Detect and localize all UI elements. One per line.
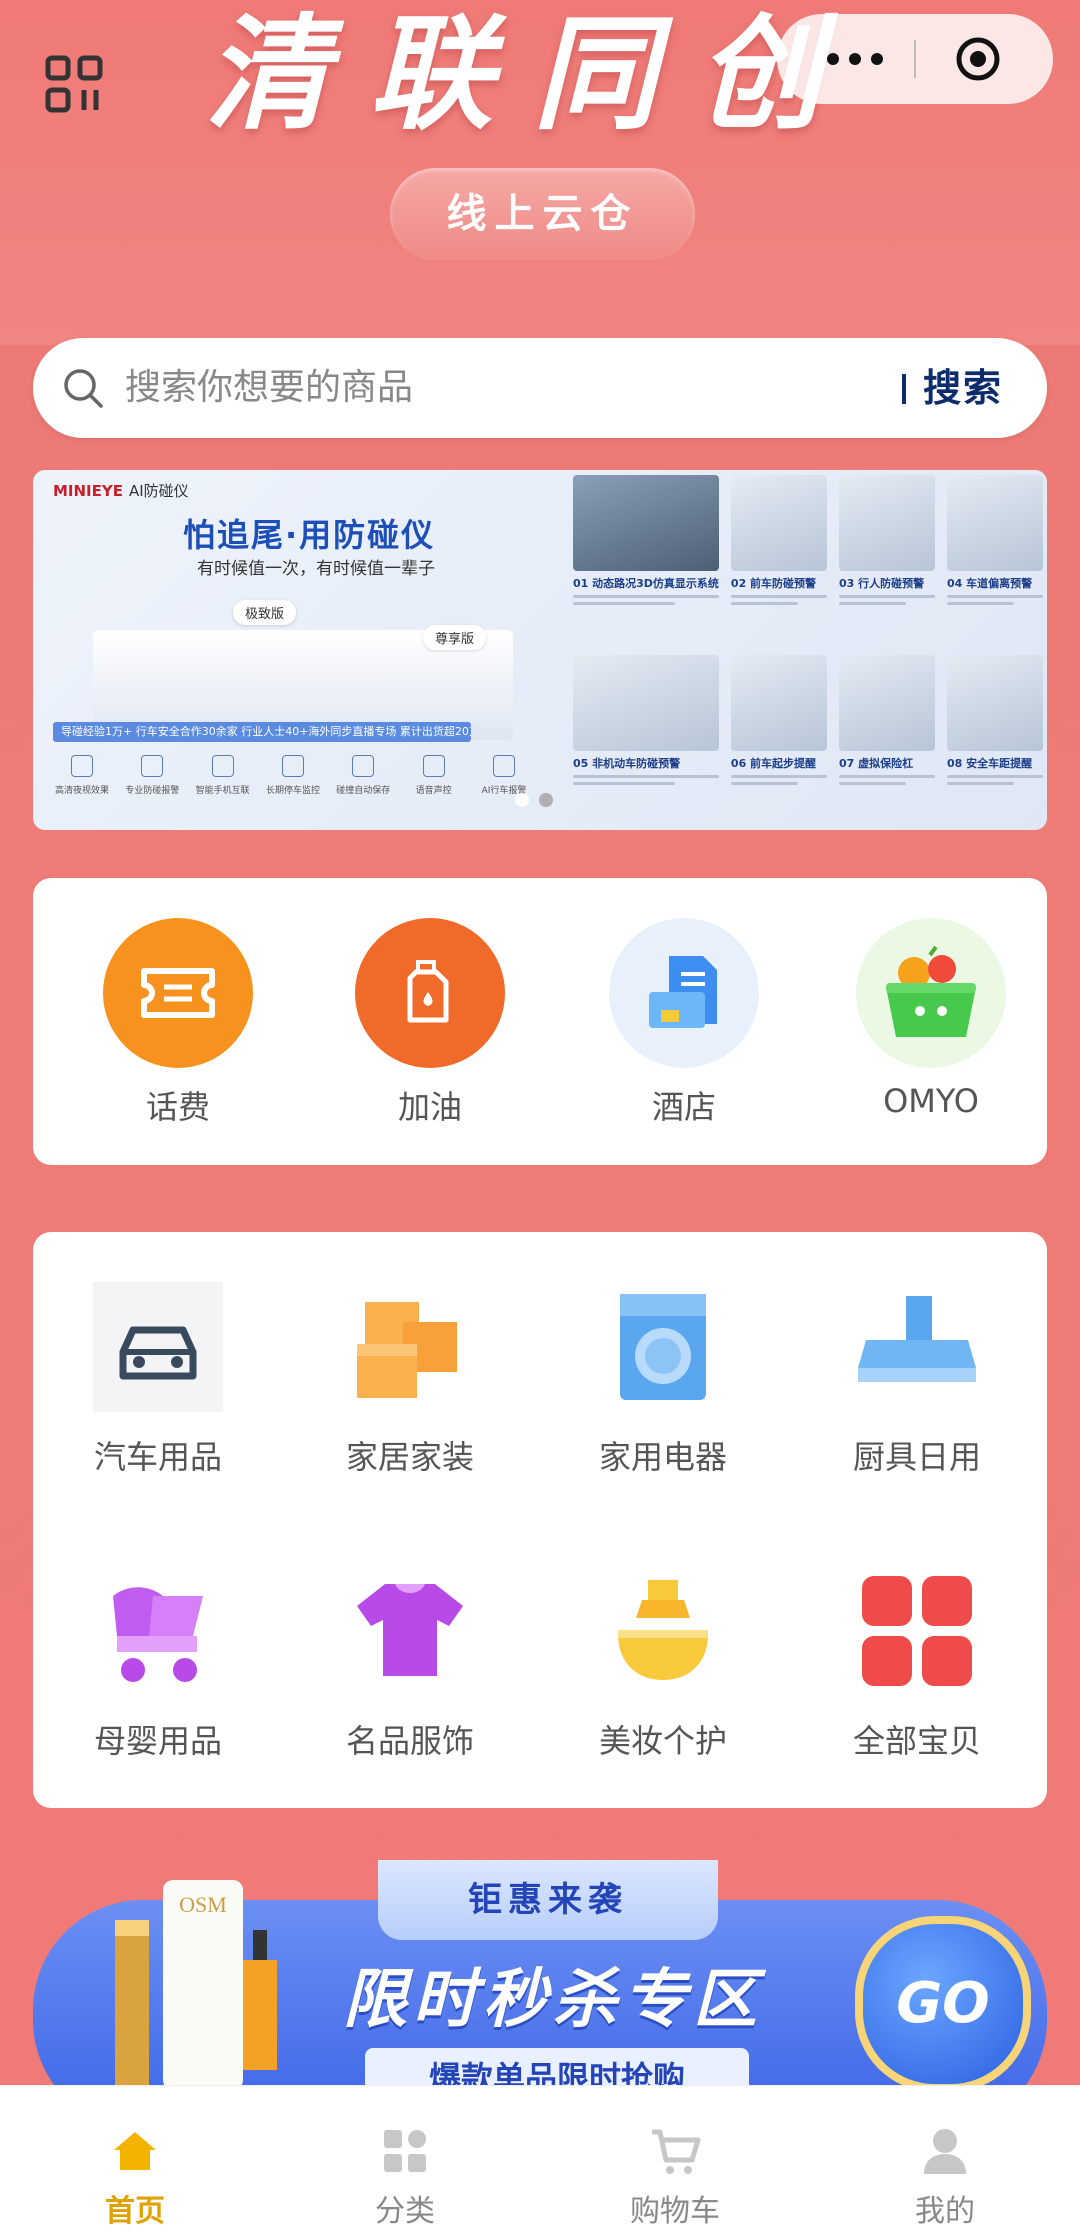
service-label: 话费	[145, 1088, 210, 1126]
category-apparel[interactable]: 名品服饰	[310, 1566, 510, 1762]
tab-cart[interactable]: 购物车	[575, 2086, 775, 2230]
header: 清联同创 线上云仓	[0, 0, 1080, 345]
category-icon	[384, 2130, 426, 2172]
categories-panel: 汽车用品 家居家装 家用电器 厨具日用 母婴用品 名品服饰 美妆个护 全部宝贝	[33, 1232, 1047, 1808]
banner-subline: 有时候值一次，有时候值一辈子	[197, 559, 435, 579]
category-label: 美妆个护	[598, 1722, 727, 1760]
category-baby[interactable]: 母婴用品	[58, 1566, 258, 1762]
tab-label: 购物车	[630, 2194, 720, 2229]
perfume-icon	[618, 1580, 708, 1680]
more-icon[interactable]	[811, 14, 899, 104]
service-label: 酒店	[651, 1088, 716, 1126]
category-label: 全部宝贝	[852, 1722, 981, 1760]
document-icon	[609, 918, 759, 1068]
feature-cards: 01 动态路况3D仿真显示系统 02 前车防碰预警 03 行人防碰预警 04 车…	[573, 475, 1043, 825]
tab-label: 分类	[375, 2194, 435, 2229]
category-all[interactable]: 全部宝贝	[817, 1566, 1017, 1762]
service-label: 加油	[397, 1088, 462, 1126]
fruit-basket-icon	[856, 918, 1006, 1068]
banner-left-panel: MINIEYE AI防碰仪 怕追尾·用防碰仪 有时候值一次，有时候值一辈子 极致版…	[33, 470, 563, 830]
feature-card: 03 行人防碰预警	[838, 475, 935, 645]
feature-card: 08 安全车距提醒	[946, 655, 1043, 825]
carousel-indicator[interactable]	[515, 793, 553, 807]
feature-item: 高清夜视效果	[53, 755, 111, 796]
category-label: 厨具日用	[852, 1438, 981, 1476]
promo-title: 限时秒杀专区	[343, 1963, 763, 2037]
feature-item: 长期停车监控	[264, 755, 322, 796]
feature-card: 05 非机动车防碰预警	[573, 655, 719, 825]
feature-item: 智能手机互联	[194, 755, 252, 796]
banner-logo: MINIEYE AI防碰仪	[53, 482, 189, 500]
feature-item: 碰撞自动保存	[334, 755, 392, 796]
bottom-tab-bar: 首页 分类 购物车 我的	[0, 2085, 1080, 2234]
fuel-can-icon	[355, 918, 505, 1068]
car-icon	[93, 1282, 223, 1412]
service-label: OMYO	[883, 1082, 979, 1120]
service-fuel[interactable]: 加油	[340, 918, 520, 1128]
product-label-text: OSM	[179, 1892, 227, 1917]
category-label: 名品服饰	[345, 1722, 474, 1760]
tab-profile[interactable]: 我的	[845, 2086, 1045, 2230]
tab-label: 我的	[915, 2194, 975, 2229]
miniprogram-capsule	[777, 14, 1053, 104]
tag-b: 尊享版	[423, 625, 487, 650]
banner-carousel[interactable]: MINIEYE AI防碰仪 怕追尾·用防碰仪 有时候值一次，有时候值一辈子 极致版…	[33, 470, 1047, 830]
search-divider	[902, 374, 906, 404]
category-label: 汽车用品	[93, 1438, 222, 1476]
category-kitchen[interactable]: 厨具日用	[817, 1282, 1017, 1478]
watermark: 大鲸跨境	[6, 2202, 95, 2227]
home-icon	[114, 2132, 156, 2170]
category-beauty[interactable]: 美妆个护	[563, 1566, 763, 1762]
services-panel: 话费 加油 酒店 OMYO	[33, 878, 1047, 1165]
tag-a: 极致版	[233, 600, 297, 625]
washing-machine-icon	[620, 1294, 706, 1400]
feature-card: 04 车道偏离预警	[946, 475, 1043, 645]
capsule-divider	[914, 40, 916, 78]
category-label: 家居家装	[345, 1438, 474, 1476]
category-label: 家用电器	[598, 1438, 727, 1476]
ticket-icon	[103, 918, 253, 1068]
user-icon	[924, 2129, 966, 2174]
banner-headline: 怕追尾·用防碰仪	[183, 516, 436, 554]
feature-item: AI行车报警	[475, 755, 533, 796]
search-input[interactable]: 搜索你想要的商品	[125, 338, 413, 438]
subtitle-pill[interactable]: 线上云仓	[390, 168, 695, 260]
cart-icon	[652, 2129, 701, 2174]
category-label: 母婴用品	[93, 1722, 222, 1760]
shirt-icon	[357, 1584, 463, 1676]
banner-strip: 导碰经验1万+ 行车安全合作30余家 行业人士40+海外同步直播专场 累计出货超…	[53, 722, 471, 742]
feature-card: 02 前车防碰预警	[730, 475, 827, 645]
feature-card: 07 虚拟保险杠	[838, 655, 935, 825]
feature-row: 高清夜视效果 专业防碰报警 智能手机互联 长期停车监控 碰撞自动保存 语音声控 …	[53, 755, 533, 796]
category-appliance[interactable]: 家用电器	[563, 1282, 763, 1478]
feature-item: 专业防碰报警	[123, 755, 181, 796]
boxes-icon	[357, 1302, 457, 1398]
service-hotel[interactable]: 酒店	[594, 918, 774, 1128]
feature-card: 06 前车起步提醒	[730, 655, 827, 825]
promo-header: 钜惠来袭	[378, 1860, 718, 1940]
category-home[interactable]: 家居家装	[310, 1282, 510, 1478]
category-car[interactable]: 汽车用品	[58, 1282, 258, 1478]
close-target-icon[interactable]	[955, 36, 1001, 82]
product-bottles-image: OSM	[115, 1880, 277, 2090]
search-icon	[64, 369, 103, 408]
feature-card: 01 动态路况3D仿真显示系统	[573, 475, 719, 645]
grid-icon	[862, 1576, 972, 1686]
service-phone-bill[interactable]: 话费	[88, 918, 268, 1128]
service-omyo[interactable]: OMYO	[841, 918, 1021, 1120]
feature-item: 语音声控	[405, 755, 463, 796]
menu-grid-icon[interactable]	[44, 54, 104, 114]
flash-sale-banner[interactable]: 钜惠来袭 OSM 限时秒杀专区 爆款单品限时抢购 GO	[33, 1860, 1047, 2130]
search-bar[interactable]: 搜索你想要的商品 搜索	[33, 338, 1047, 438]
stroller-icon	[113, 1587, 203, 1682]
go-button[interactable]: GO	[855, 1916, 1031, 2092]
tab-category[interactable]: 分类	[305, 2086, 505, 2230]
search-button[interactable]: 搜索	[923, 338, 1003, 438]
range-hood-icon	[858, 1296, 976, 1382]
